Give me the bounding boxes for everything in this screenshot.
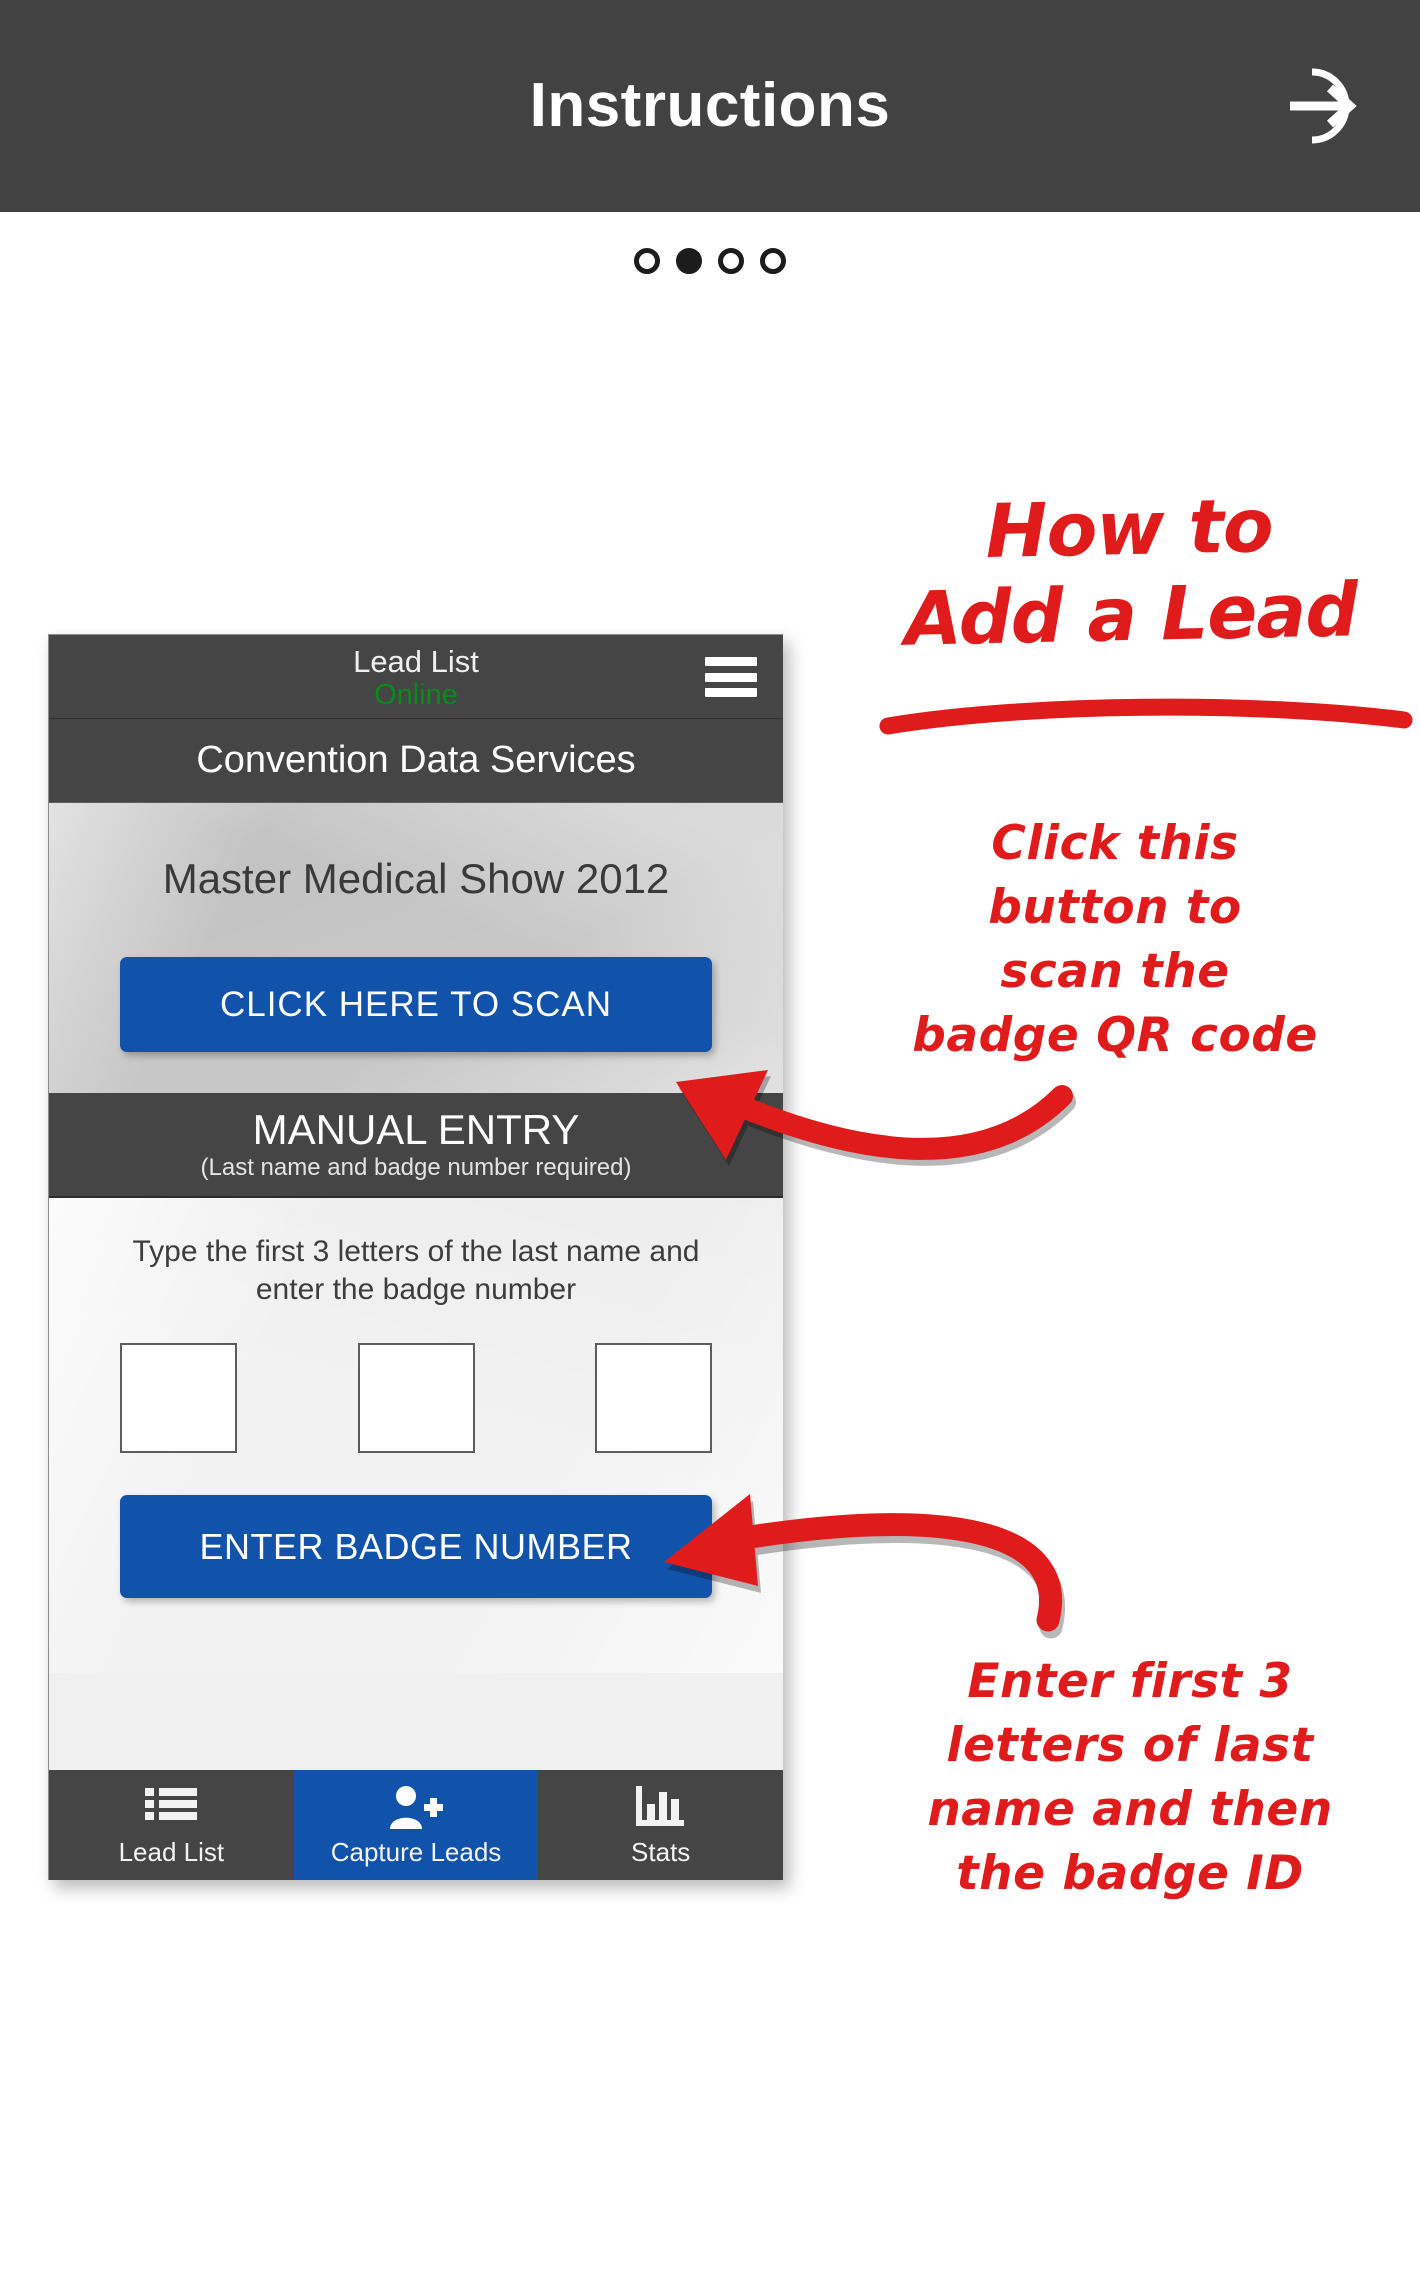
annotation-title-underline	[879, 698, 1413, 735]
pager-dot-4[interactable]	[760, 248, 786, 274]
hamburger-menu-icon[interactable]	[705, 657, 757, 697]
annotation-manual-note: Enter first 3 letters of last name and t…	[927, 1654, 1333, 1901]
tab-lead-list-label: Lead List	[118, 1837, 225, 1867]
instructions-page: Instructions Lead List Online Convention…	[0, 0, 1420, 2280]
annotation-scan-note: Click this button to scan the badge QR c…	[912, 816, 1318, 1063]
annotation-title: How to Add a Lead	[903, 483, 1359, 663]
tab-capture-leads-label: Capture Leads	[330, 1837, 502, 1867]
list-icon	[145, 1784, 198, 1832]
phone-header: Lead List Online	[49, 635, 783, 719]
show-name: Master Medical Show 2012	[162, 855, 670, 902]
click-here-to-scan-button[interactable]: CLICK HERE TO SCAN	[120, 957, 712, 1052]
enter-badge-number-button[interactable]: ENTER BADGE NUMBER	[120, 1495, 712, 1598]
badge-number-input[interactable]	[595, 1343, 712, 1453]
tab-lead-list[interactable]: Lead List	[49, 1770, 294, 1880]
pager-dot-2[interactable]	[676, 248, 702, 274]
app-header: Instructions	[0, 0, 1420, 212]
bar-chart-icon	[635, 1784, 686, 1832]
pager-dots	[0, 248, 1420, 274]
arrow-to-scan-button	[676, 1070, 1076, 1166]
connection-status: Online	[374, 679, 458, 711]
login-arrow-icon[interactable]	[1276, 54, 1380, 158]
hamburger-bar-2	[705, 672, 757, 682]
phone-header-text: Lead List Online	[49, 644, 783, 712]
hamburger-bar-1	[705, 657, 757, 666]
page-title: Instructions	[529, 71, 891, 140]
tab-stats[interactable]: Stats	[538, 1770, 783, 1880]
manual-entry-title: MANUAL ENTRY	[252, 1105, 580, 1153]
company-name-band: Convention Data Services	[49, 719, 783, 803]
manual-entry-fields	[120, 1343, 712, 1453]
pager-dot-1[interactable]	[634, 248, 660, 274]
last-name-letter-2-input[interactable]	[357, 1343, 475, 1453]
phone-screenshot-mockup: Lead List Online Convention Data Service…	[48, 634, 783, 1880]
manual-entry-hint: Type the first 3 letters of the last nam…	[132, 1235, 700, 1306]
phone-header-title: Lead List	[353, 644, 479, 679]
tab-stats-label: Stats	[631, 1837, 691, 1867]
phone-tab-bar: Lead List Capture Leads Stats	[49, 1770, 783, 1880]
arrow-to-badge-input	[664, 1494, 1065, 1639]
person-add-icon	[388, 1784, 444, 1832]
hamburger-bar-3	[705, 688, 757, 697]
pager-dot-3[interactable]	[718, 248, 744, 274]
tab-capture-leads[interactable]: Capture Leads	[293, 1770, 539, 1880]
last-name-letter-1-input[interactable]	[120, 1343, 237, 1453]
manual-entry-subtitle: (Last name and badge number required)	[200, 1153, 632, 1181]
